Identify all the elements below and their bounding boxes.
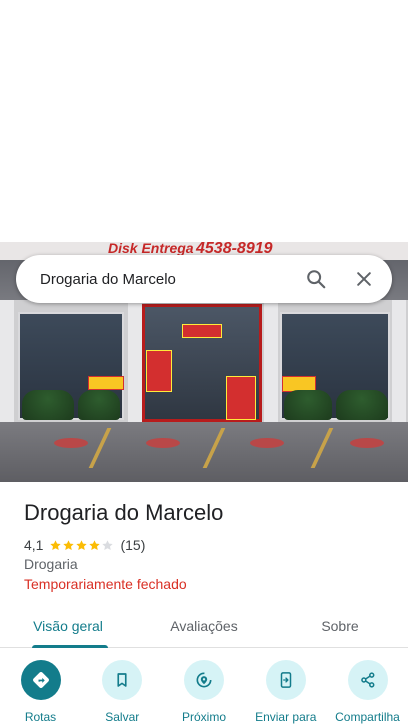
star-empty-icon <box>102 539 114 550</box>
place-category: Drogaria <box>24 556 78 572</box>
share-button-circle[interactable] <box>347 660 388 700</box>
send-to-phone-button[interactable]: Enviar para <box>249 660 322 726</box>
star-filled-icon <box>63 539 75 550</box>
facade-pillar <box>128 300 142 424</box>
tab-about[interactable]: Sobre <box>272 604 408 647</box>
ground-marker <box>250 438 284 448</box>
map-blank-area <box>0 0 408 242</box>
star-filled-icon <box>76 539 88 550</box>
star-filled-icon <box>50 539 62 550</box>
star-filled-icon <box>89 539 101 550</box>
ground-marker <box>146 438 180 448</box>
review-count[interactable]: (15) <box>120 537 145 553</box>
nearby-label: Próximo <box>181 710 226 724</box>
directions-icon <box>32 672 49 688</box>
planter <box>78 390 120 420</box>
tab-reviews[interactable]: Avaliações <box>136 604 272 647</box>
directions-label: Rotas <box>24 710 57 724</box>
save-label: Salvar <box>105 710 140 724</box>
nearby-icon <box>196 672 212 688</box>
send-to-phone-icon <box>280 672 291 688</box>
planter <box>22 390 74 420</box>
nearby-button-circle[interactable] <box>184 660 224 700</box>
action-bar: Rotas Salvar Próximo Enviar para Compart… <box>0 660 408 726</box>
rating-value: 4,1 <box>24 537 44 553</box>
ground-marker <box>350 438 384 448</box>
place-title: Drogaria do Marcelo <box>24 500 224 525</box>
store-sign-text: Disk Entrega <box>108 242 194 256</box>
planter <box>336 390 388 420</box>
save-button-circle[interactable] <box>102 660 143 700</box>
close-icon <box>357 272 371 286</box>
facade-pillar <box>392 300 406 424</box>
place-status: Temporariamente fechado <box>24 576 187 592</box>
planter <box>284 390 332 420</box>
send-to-phone-button-circle[interactable] <box>265 660 306 700</box>
share-icon <box>360 672 374 688</box>
ground-marker <box>54 438 88 448</box>
directions-button-circle[interactable] <box>20 660 61 700</box>
share-button[interactable]: Compartilha <box>331 660 404 726</box>
share-label: Compartilha <box>335 710 400 724</box>
facade-pillar <box>0 300 14 424</box>
clear-search-button[interactable] <box>344 259 384 299</box>
save-button[interactable]: Salvar <box>86 660 159 726</box>
tab-overview[interactable]: Visão geral <box>0 604 136 648</box>
nearby-button[interactable]: Próximo <box>168 660 241 726</box>
rating-stars <box>49 539 114 552</box>
directions-button[interactable]: Rotas <box>4 660 77 726</box>
search-button[interactable] <box>296 259 336 299</box>
search-icon <box>307 270 326 289</box>
facade-pillar <box>264 300 278 424</box>
promo-poster <box>146 350 172 392</box>
tab-bar: Visão geral Avaliações Sobre <box>0 604 408 648</box>
search-query[interactable]: Drogaria do Marcelo <box>40 271 296 288</box>
sidewalk <box>0 422 408 482</box>
promo-poster <box>88 376 124 390</box>
send-to-phone-label: Enviar para <box>255 710 317 724</box>
bookmark-icon <box>117 673 127 687</box>
search-bar[interactable]: Drogaria do Marcelo <box>16 255 392 303</box>
promo-poster <box>182 324 222 338</box>
promo-poster <box>226 376 256 420</box>
rating-row[interactable]: 4,1 (15) <box>24 536 145 554</box>
